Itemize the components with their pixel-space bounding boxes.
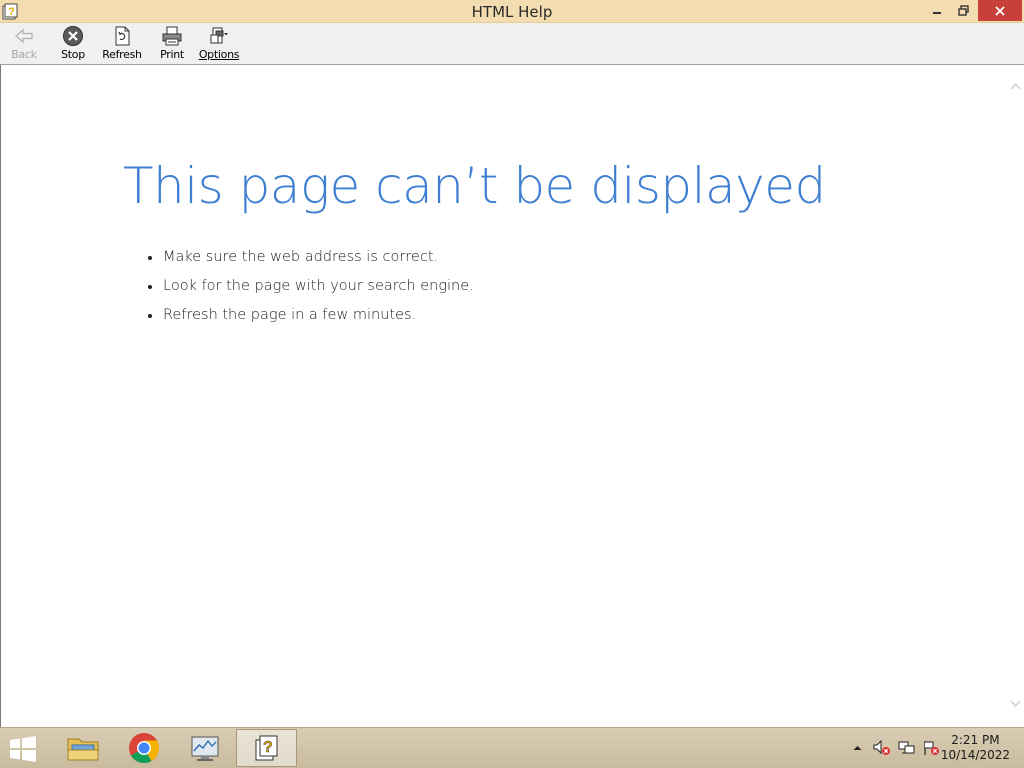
clock-date: 10/14/2022 [940, 748, 1010, 762]
taskbar-performance-monitor[interactable] [174, 729, 235, 767]
close-button[interactable] [978, 0, 1022, 21]
stop-button[interactable]: Stop [59, 25, 87, 63]
back-label: Back [11, 48, 37, 61]
vertical-scrollbar[interactable] [1007, 65, 1024, 727]
close-icon [995, 5, 1005, 16]
toolbar: Back Stop Refresh Print Options [0, 23, 1024, 65]
clock-time: 2:21 PM [951, 733, 1000, 747]
system-clock[interactable]: 2:21 PM 10/14/2022 [941, 733, 1010, 763]
restore-icon [957, 5, 969, 16]
chevron-up-icon [853, 746, 862, 750]
page-title: This page can’t be displayed [123, 157, 826, 215]
svg-text:?: ? [263, 739, 273, 756]
chrome-icon [128, 733, 159, 764]
show-hidden-icons-button[interactable] [853, 738, 862, 758]
restore-button[interactable] [950, 0, 976, 21]
volume-muted-icon [873, 740, 890, 755]
tip-item: Refresh the page in a few minutes. [148, 306, 474, 335]
action-center-flag-icon [924, 741, 939, 755]
network-button[interactable] [898, 738, 916, 758]
tips-list: Make sure the web address is correct. Lo… [148, 248, 474, 335]
window-title: HTML Help [471, 3, 553, 21]
scroll-up-icon[interactable] [1010, 81, 1021, 92]
refresh-button[interactable]: Refresh [102, 25, 142, 63]
taskbar-chrome[interactable] [113, 729, 174, 767]
taskbar: ? 2:21 PM 10/14/2022 [0, 727, 1024, 768]
tip-item: Look for the page with your search engin… [148, 277, 474, 306]
help-icon: ? [255, 735, 277, 761]
refresh-label: Refresh [102, 48, 142, 61]
taskbar-html-help[interactable]: ? [236, 729, 297, 767]
windows-start-icon[interactable] [8, 736, 38, 762]
printer-icon [162, 26, 182, 46]
taskbar-file-explorer[interactable] [52, 729, 113, 767]
folder-icon [67, 738, 98, 761]
action-center-button[interactable] [922, 738, 940, 758]
options-label: Options [198, 48, 240, 61]
help-content-pane: This page can’t be displayed Make sure t… [0, 65, 1024, 727]
print-button[interactable]: Print [158, 25, 186, 63]
title-bar: ? HTML Help [0, 0, 1024, 23]
minimize-button[interactable] [924, 0, 950, 21]
network-icon [898, 741, 915, 754]
performance-monitor-icon [191, 736, 218, 761]
stop-label: Stop [61, 48, 85, 61]
back-button[interactable]: Back [9, 25, 39, 63]
options-button[interactable]: Options [198, 25, 240, 63]
refresh-icon [115, 26, 130, 46]
back-arrow-icon [15, 28, 33, 44]
volume-muted-button[interactable] [873, 738, 891, 758]
minimize-icon [933, 11, 941, 14]
options-icon [210, 27, 228, 44]
print-label: Print [160, 48, 184, 61]
tip-item: Make sure the web address is correct. [148, 248, 474, 277]
scroll-down-icon[interactable] [1010, 698, 1021, 709]
stop-icon [63, 26, 83, 46]
